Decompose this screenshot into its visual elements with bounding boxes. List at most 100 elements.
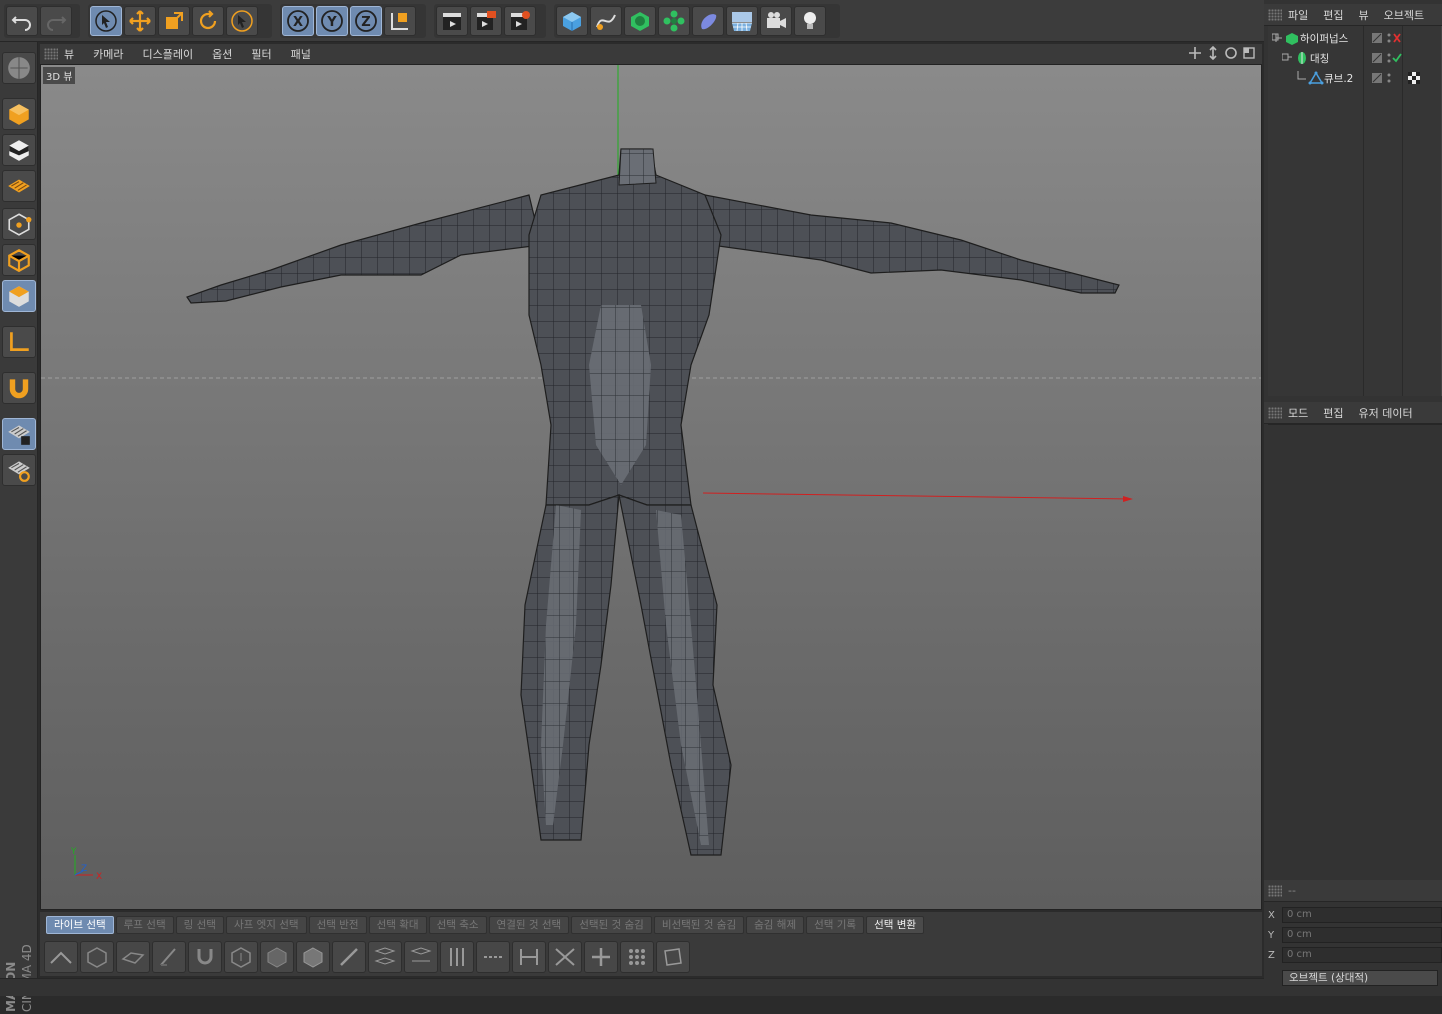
3d-viewport[interactable]: 3D 뷰 Y Z X [40, 64, 1262, 910]
y-axis-lock-button[interactable]: Y [316, 6, 348, 36]
cube-button[interactable] [556, 6, 588, 36]
weld-button[interactable] [404, 941, 438, 973]
transform-tools-group [88, 4, 272, 38]
unhide-all-command[interactable]: 숨김 해제 [746, 916, 805, 934]
bevel-plane-icon [121, 952, 145, 964]
axis-mode-button[interactable] [2, 326, 36, 358]
grow-selection-command[interactable]: 선택 확대 [368, 916, 427, 934]
x-axis-lock-button[interactable]: X [282, 6, 314, 36]
magnet-tool-button[interactable] [188, 941, 222, 973]
extrude-inner-button[interactable] [224, 941, 258, 973]
coord-z-label: Z [1268, 949, 1275, 961]
bevel-button[interactable] [116, 941, 150, 973]
maximize-view-icon[interactable] [1242, 46, 1256, 60]
coordinates-grip[interactable] [1268, 884, 1282, 897]
live-selection-command[interactable]: 라이브 선택 [46, 916, 114, 934]
coordinate-mode-dropdown[interactable]: 오브젝트 (상대적) [1282, 970, 1438, 986]
polygons-cube-icon [9, 286, 29, 307]
undo-button[interactable] [6, 6, 38, 36]
object-name: 하이퍼넙스 [1300, 32, 1349, 45]
redo-button[interactable] [40, 6, 72, 36]
loop-selection-command[interactable]: 루프 선택 [115, 916, 174, 934]
knife-icon [340, 948, 358, 966]
coord-y-field[interactable]: 0 cm [1282, 927, 1442, 943]
render-to-picture-viewer-button[interactable] [470, 6, 502, 36]
matrix-extrude-button[interactable] [260, 941, 294, 973]
object-manager-grip[interactable] [1268, 8, 1282, 21]
knife-button[interactable] [332, 941, 366, 973]
ring-selection-command[interactable]: 링 선택 [175, 916, 224, 934]
convert-selection-command[interactable]: 선택 변환 [866, 916, 925, 934]
edges-mode-button[interactable] [2, 244, 36, 276]
cursor-circle-icon [231, 10, 253, 32]
pan-view-icon[interactable] [1188, 46, 1202, 60]
floor-button[interactable] [726, 6, 758, 36]
om-menu-edit[interactable]: 편집 [1323, 7, 1343, 23]
menu-view[interactable]: 뷰 [64, 46, 74, 62]
invert-selection-command[interactable]: 선택 반전 [308, 916, 367, 934]
menu-options[interactable]: 옵션 [212, 46, 232, 62]
light-button[interactable] [794, 6, 826, 36]
subdivision-surface-button[interactable] [624, 6, 656, 36]
snapping-button[interactable] [2, 372, 36, 404]
slide-icon [484, 956, 502, 958]
coord-x-field[interactable]: 0 cm [1282, 907, 1442, 923]
deformer-button[interactable] [692, 6, 724, 36]
menu-camera[interactable]: 카메라 [93, 46, 123, 62]
om-menu-file[interactable]: 파일 [1288, 7, 1308, 23]
rotate-button[interactable] [192, 6, 224, 36]
character-mesh[interactable] [186, 148, 1120, 856]
shrink-selection-command[interactable]: 선택 축소 [428, 916, 487, 934]
live-selection-button[interactable] [90, 6, 122, 36]
menu-panel[interactable]: 패널 [291, 46, 311, 62]
make-editable-button[interactable] [2, 52, 36, 84]
orbit-view-icon[interactable] [1224, 46, 1238, 60]
attr-menu-mode[interactable]: 모드 [1288, 405, 1308, 421]
om-menu-view[interactable]: 뷰 [1359, 7, 1369, 23]
bridge-button[interactable] [368, 941, 402, 973]
select-connected-command[interactable]: 연결된 것 선택 [488, 916, 570, 934]
render-view-button[interactable] [436, 6, 468, 36]
viewport-nav-icons [1188, 45, 1256, 61]
workplane-lock-button[interactable] [2, 418, 36, 450]
texture-mode-button[interactable] [2, 134, 36, 166]
spline-pen-button[interactable] [590, 6, 622, 36]
hide-selected-command[interactable]: 선택된 것 숨김 [571, 916, 652, 934]
panel-grip[interactable] [44, 48, 58, 60]
zoom-view-icon[interactable] [1206, 45, 1220, 61]
extrude-button[interactable] [80, 941, 114, 973]
array-button[interactable] [658, 6, 690, 36]
last-tool-button[interactable] [226, 6, 258, 36]
model-mode-button[interactable] [2, 98, 36, 130]
attr-menu-user-data[interactable]: 유저 데이터 [1359, 405, 1413, 421]
workplane-mode-button[interactable] [2, 170, 36, 202]
coord-z-field[interactable]: 0 cm [1282, 947, 1442, 963]
menu-filter[interactable]: 필터 [251, 46, 271, 62]
render-settings-button[interactable] [504, 6, 536, 36]
line-cut-button[interactable] [44, 941, 78, 973]
phong-break-selection-command[interactable]: 사프 엣지 선택 [225, 916, 307, 934]
coordinate-system-button[interactable] [384, 6, 416, 36]
attributes-grip[interactable] [1268, 406, 1282, 419]
hide-unselected-command[interactable]: 비선택된 것 숨김 [653, 916, 745, 934]
polygons-mode-button[interactable] [2, 280, 36, 312]
iron-button[interactable] [620, 941, 654, 973]
menu-display[interactable]: 디스플레이 [143, 46, 194, 62]
om-menu-objects[interactable]: 오브젝트 [1384, 7, 1424, 23]
scale-button[interactable] [158, 6, 190, 36]
set-selection-command[interactable]: 선택 기록 [806, 916, 865, 934]
brush-button[interactable] [152, 941, 186, 973]
planar-workplane-button[interactable] [2, 454, 36, 486]
smooth-shift-button[interactable] [296, 941, 330, 973]
stitch-button[interactable] [440, 941, 474, 973]
move-button[interactable] [124, 6, 156, 36]
close-hole-button[interactable] [548, 941, 582, 973]
attr-menu-edit[interactable]: 편집 [1323, 405, 1343, 421]
slide-button[interactable] [476, 941, 510, 973]
split-button[interactable] [512, 941, 546, 973]
camera-button[interactable] [760, 6, 792, 36]
add-point-button[interactable] [584, 941, 618, 973]
points-mode-button[interactable] [2, 208, 36, 240]
polygon-pen-button[interactable] [656, 941, 690, 973]
z-axis-lock-button[interactable]: Z [350, 6, 382, 36]
